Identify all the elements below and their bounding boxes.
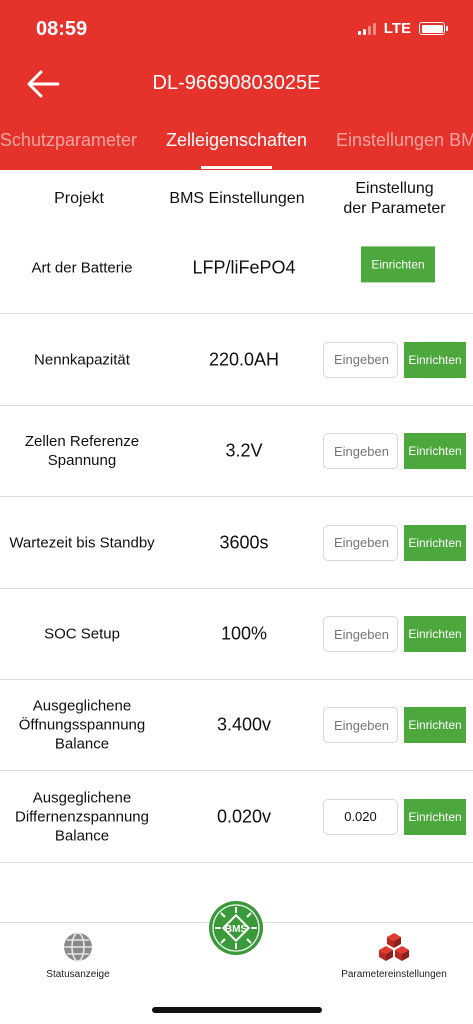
set-standby-wait-time-button[interactable]: Einrichten (404, 524, 466, 561)
nav-parameter-label: Parametereinstellungen (341, 969, 447, 980)
page-title: DL-96690803025E (152, 72, 321, 94)
row-battery-type: Art der Batterie LFP/liFePO4 Einrichten (0, 222, 473, 314)
row-balance-difference-voltage: Ausgeglichene Differnenzspannung Balance… (0, 771, 473, 863)
row-label-line: Zellen Referenze (24, 433, 140, 450)
globe-icon (64, 932, 92, 962)
status-indicators: LTE (357, 20, 448, 37)
nav-parameter-settings[interactable]: Parametereinstellungen (334, 931, 454, 980)
standby-wait-time-input[interactable] (323, 524, 398, 561)
row-balance-opening-voltage: Ausgeglichene Öffnungsspannung Balance 3… (0, 680, 473, 771)
row-label-line: Art der Batterie (31, 259, 133, 276)
app-header: 08:59 LTE DL-96690803025E Schutzparamete… (0, 0, 473, 170)
row-label-line: Wartezeit bis Standby (9, 534, 155, 551)
bms-logo-text: BMS (225, 924, 248, 935)
row-label: SOC Setup (0, 625, 164, 644)
set-cell-reference-voltage-button[interactable]: Einrichten (404, 433, 466, 469)
set-nominal-capacity-button[interactable]: Einrichten (404, 341, 466, 378)
row-label: Zellen Referenze Spannung (0, 432, 164, 470)
signal-icon (357, 22, 376, 35)
column-headers: Projekt BMS Einstellungen Einstellung de… (0, 176, 473, 222)
cell-reference-voltage-input[interactable] (323, 433, 398, 469)
row-label: Ausgeglichene Differnenzspannung Balance (0, 788, 164, 845)
balance-opening-voltage-input[interactable] (323, 707, 398, 743)
column-header-parameter: Einstellung der Parameter (316, 179, 473, 219)
row-label-line: SOC Setup (44, 625, 120, 643)
set-balance-difference-voltage-button[interactable]: Einrichten (404, 798, 466, 835)
column-header-parameter-line1: Einstellung (355, 180, 434, 197)
set-balance-opening-voltage-button[interactable]: Einrichten (404, 707, 466, 743)
tab-bar: Schutzparameter Zelleigenschaften Einste… (0, 126, 473, 170)
row-label: Nennkapazität (0, 350, 164, 369)
active-tab-indicator (201, 166, 272, 169)
home-indicator (152, 1007, 322, 1013)
cubes-icon (379, 933, 409, 961)
row-label-line: Spannung (47, 452, 117, 469)
network-label: LTE (383, 20, 411, 37)
row-value: LFP/liFePO4 (192, 257, 296, 277)
row-label-line: Ausgeglichene (32, 789, 132, 806)
nav-status-label: Statusanzeige (46, 969, 110, 980)
row-label-line: Nennkapazität (34, 351, 130, 368)
row-label-line: Balance (54, 735, 110, 753)
row-nominal-capacity: Nennkapazität 220.0AH Einrichten (0, 314, 473, 406)
row-label: Art der Batterie (0, 258, 164, 277)
row-label: Ausgeglichene Öffnungsspannung Balance (0, 697, 164, 754)
column-header-parameter-line2: der Parameter (343, 200, 446, 217)
row-value: 3600s (219, 532, 269, 552)
nominal-capacity-input[interactable] (323, 341, 398, 378)
set-soc-setup-button[interactable]: Einrichten (404, 616, 466, 652)
row-label-line: Öffnungsspannung (18, 716, 146, 734)
row-standby-wait-time: Wartezeit bis Standby 3600s Einrichten (0, 497, 473, 589)
bms-logo-icon[interactable]: BMS (208, 900, 264, 956)
row-label-line: Ausgeglichene (32, 697, 132, 715)
row-value: 100% (220, 623, 268, 644)
row-soc-setup: SOC Setup 100% Einrichten (0, 589, 473, 680)
row-cell-reference-voltage: Zellen Referenze Spannung 3.2V Einrichte… (0, 406, 473, 497)
nav-status-display[interactable]: Statusanzeige (28, 931, 128, 980)
row-value: 3.400v (216, 714, 272, 735)
soc-setup-input[interactable] (323, 616, 398, 652)
row-label: Wartezeit bis Standby (0, 533, 164, 552)
balance-difference-voltage-input[interactable] (323, 798, 398, 835)
status-bar: 08:59 LTE (0, 0, 473, 58)
row-value: 3.2V (225, 440, 263, 461)
row-value: 0.020v (216, 806, 272, 826)
status-time: 08:59 (36, 18, 88, 40)
column-header-project: Projekt (54, 190, 104, 207)
set-battery-type-button[interactable]: Einrichten (361, 245, 435, 282)
row-value: 220.0AH (208, 349, 280, 369)
row-label-line: Differnenzspannung (15, 808, 149, 825)
battery-icon (419, 22, 448, 35)
tab-einstellungen-bms[interactable]: Einstellungen BMS (336, 130, 473, 151)
column-header-bms-settings: BMS Einstellungen (169, 190, 305, 207)
row-label-line: Balance (54, 827, 110, 844)
